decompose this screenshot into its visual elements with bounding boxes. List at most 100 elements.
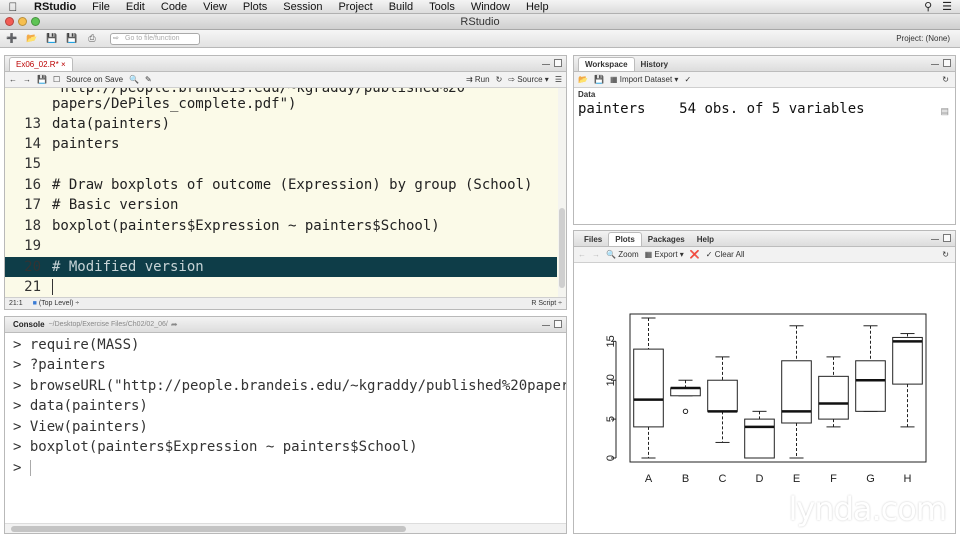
clear-workspace-icon[interactable]: ✓: [684, 75, 691, 84]
menu-plots[interactable]: Plots: [235, 1, 275, 13]
maximize-pane-icon[interactable]: [554, 59, 562, 67]
forward-arrow-icon[interactable]: →: [23, 75, 31, 84]
menu-code[interactable]: Code: [153, 1, 195, 13]
rerun-icon[interactable]: ↻: [496, 75, 503, 84]
line-number: 17: [24, 197, 41, 213]
close-tab-icon[interactable]: ×: [61, 60, 66, 69]
menu-view[interactable]: View: [195, 1, 235, 13]
view-table-icon[interactable]: ▤: [940, 106, 949, 117]
maximize-plots-icon[interactable]: [943, 234, 951, 242]
menu-file[interactable]: File: [84, 1, 118, 13]
run-button[interactable]: ⇉ Run: [466, 75, 490, 84]
menu-build[interactable]: Build: [381, 1, 421, 13]
clear-all-button[interactable]: ✓ Clear All: [706, 250, 745, 259]
y-tick-label: 15: [605, 335, 617, 347]
menu-tools[interactable]: Tools: [421, 1, 463, 13]
menu-rstudio[interactable]: RStudio: [26, 1, 84, 13]
refresh-workspace-icon[interactable]: ↻: [942, 75, 955, 84]
notification-list-icon[interactable]: ☰: [942, 0, 952, 13]
menu-window[interactable]: Window: [463, 1, 518, 13]
minimize-plots-icon[interactable]: [931, 239, 939, 242]
go-to-directory-icon[interactable]: ➦: [168, 320, 178, 329]
console-line: > View(painters): [13, 419, 148, 435]
tab-label: Ex06_02.R*: [16, 60, 59, 69]
open-folder-icon[interactable]: 📂: [24, 32, 40, 45]
scope-selector[interactable]: ■ (Top Level) ÷: [33, 300, 80, 307]
outlier-point: [682, 408, 689, 415]
file-type-selector[interactable]: R Script ÷: [531, 300, 562, 307]
code-text: # Draw boxplots of outcome (Expression) …: [52, 177, 533, 193]
save-workspace-icon[interactable]: 💾: [594, 75, 604, 84]
editor-scrollbar-thumb[interactable]: [559, 208, 565, 288]
menu-session[interactable]: Session: [275, 1, 330, 13]
line-number: 16: [24, 177, 41, 193]
import-dataset-button[interactable]: ▦ Import Dataset ▾: [610, 75, 679, 84]
export-button[interactable]: ▦ Export ▾: [645, 250, 684, 259]
tab-plots[interactable]: Plots: [608, 232, 642, 246]
goto-file-input[interactable]: Go to file/function: [110, 32, 200, 45]
maximize-console-icon[interactable]: [554, 320, 562, 328]
console-prompt[interactable]: >: [13, 458, 21, 478]
tab-workspace[interactable]: Workspace: [578, 57, 635, 71]
remove-plot-icon[interactable]: ❌: [690, 250, 700, 259]
console-hscroll-thumb[interactable]: [11, 526, 406, 532]
zoom-label: Zoom: [618, 250, 639, 259]
find-icon[interactable]: 🔍: [129, 75, 139, 84]
source-label: Source: [517, 75, 543, 84]
box-C: [707, 379, 738, 412]
source-on-save-checkbox[interactable]: ☐: [53, 75, 60, 84]
source-button[interactable]: ⇨ Source ▾: [508, 75, 549, 84]
code-line: 21: [5, 277, 566, 297]
y-tick-label: 0: [605, 455, 617, 461]
workspace-pane: Workspace History 📂 💾 ▦ Import Dataset ▾…: [573, 55, 956, 225]
tab-help[interactable]: Help: [691, 233, 720, 246]
code-tools-icon[interactable]: ✎: [145, 75, 152, 84]
code-line-selected: 20 # Modified version: [5, 257, 557, 277]
tab-packages[interactable]: Packages: [642, 233, 691, 246]
x-tick-label: F: [830, 473, 837, 485]
object-summary: 54 obs. of 5 variables: [679, 101, 865, 117]
spotlight-search-icon[interactable]: ⚲: [924, 0, 932, 13]
maximize-workspace-icon[interactable]: [943, 59, 951, 67]
source-outline-icon[interactable]: ☰: [555, 75, 566, 84]
apple-icon[interactable]: : [0, 0, 26, 14]
workspace-row-painters[interactable]: painters 54 obs. of 5 variables: [578, 101, 865, 117]
save-source-icon[interactable]: 💾: [37, 75, 47, 84]
console-hscrollbar[interactable]: [5, 523, 566, 533]
tab-ex06-02[interactable]: Ex06_02.R* ×: [9, 57, 73, 71]
box-G: [855, 360, 886, 412]
close-window-button[interactable]: [5, 17, 14, 26]
scope-icon: ■: [32, 300, 37, 307]
minimize-pane-icon[interactable]: [542, 64, 550, 67]
zoom-button[interactable]: 🔍 Zoom: [606, 250, 639, 259]
menu-project[interactable]: Project: [330, 1, 380, 13]
next-plot-icon[interactable]: →: [592, 250, 600, 259]
plots-toolbar: ← → 🔍 Zoom ▦ Export ▾ ❌ ✓ Clear All ↻: [574, 247, 955, 263]
refresh-plots-icon[interactable]: ↻: [942, 250, 955, 259]
back-arrow-icon[interactable]: ←: [9, 75, 17, 84]
console-pane: Console ~/Desktop/Exercise Files/Ch02/02…: [4, 316, 567, 534]
project-menu[interactable]: Project: (None): [896, 34, 960, 43]
y-tick-label: 10: [605, 374, 617, 386]
print-icon[interactable]: ⎙: [84, 32, 100, 45]
zoom-window-button[interactable]: [31, 17, 40, 26]
previous-plot-icon[interactable]: ←: [578, 250, 586, 259]
import-dataset-label: Import Dataset: [619, 75, 673, 84]
x-tick-label: C: [719, 473, 727, 485]
minimize-workspace-icon[interactable]: [931, 64, 939, 67]
tab-files[interactable]: Files: [578, 233, 608, 246]
data-section-label: Data: [578, 90, 596, 99]
code-editor[interactable]: "http://people.brandeis.edu/~kgraddy/pub…: [5, 88, 566, 299]
minimize-console-icon[interactable]: [542, 325, 550, 328]
object-name: painters: [578, 101, 646, 117]
console-line: > browseURL("http://people.brandeis.edu/…: [13, 378, 567, 394]
save-all-icon[interactable]: 💾: [64, 32, 80, 45]
tab-history[interactable]: History: [635, 58, 675, 71]
new-file-icon[interactable]: ➕: [4, 32, 20, 45]
menu-edit[interactable]: Edit: [118, 1, 153, 13]
save-icon[interactable]: 💾: [44, 32, 60, 45]
load-workspace-icon[interactable]: 📂: [578, 75, 588, 84]
minimize-window-button[interactable]: [18, 17, 27, 26]
console-output[interactable]: > require(MASS) > ?painters > browseURL(…: [5, 335, 566, 521]
menu-help[interactable]: Help: [518, 1, 557, 13]
